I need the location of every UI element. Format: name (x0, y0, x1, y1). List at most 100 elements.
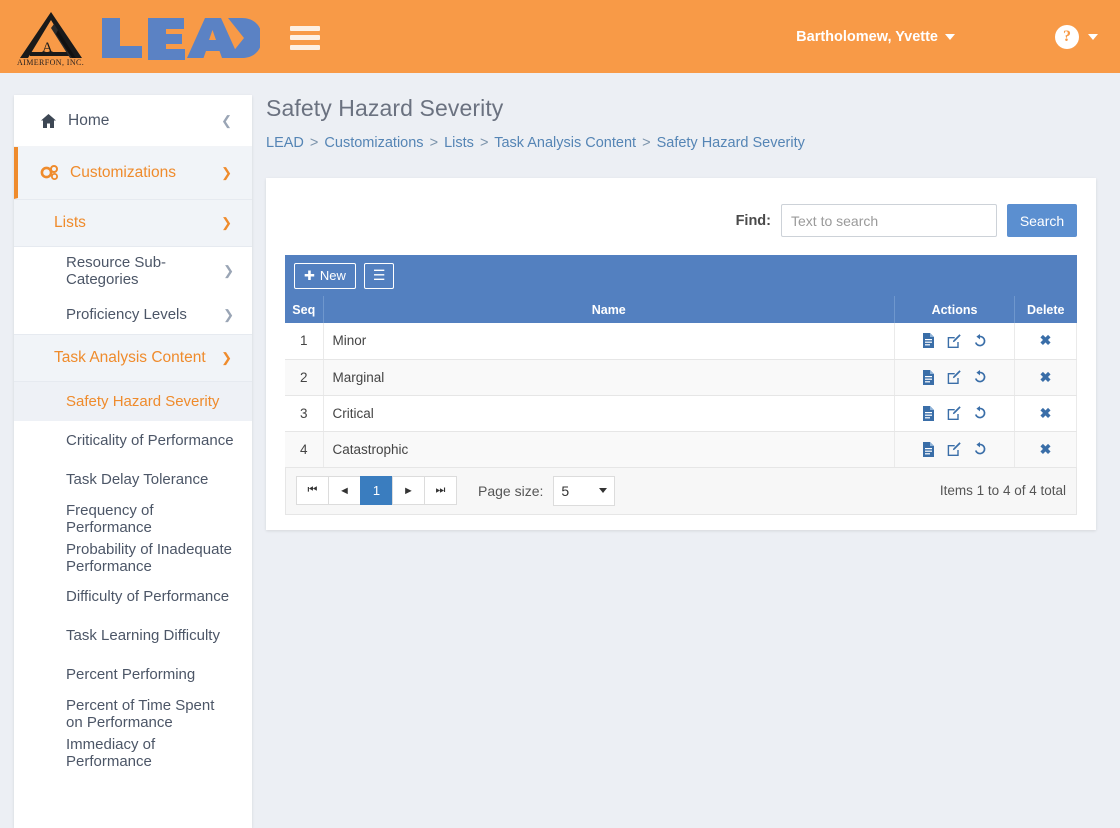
x-icon[interactable]: ✖ (1040, 369, 1052, 385)
sidebar-item-resource-sub-categories[interactable]: Resource Sub-Categories ❯ (14, 247, 252, 295)
cell-seq: 1 (285, 323, 323, 359)
brand-logo[interactable]: A AIMERFON, INC. (0, 8, 260, 66)
cell-name: Marginal (323, 359, 895, 395)
search-button[interactable]: Search (1007, 204, 1077, 237)
column-header-delete: Delete (1015, 296, 1077, 323)
breadcrumb-separator: > (430, 135, 438, 151)
breadcrumb-item-lead[interactable]: LEAD (266, 135, 304, 151)
history-undo-icon[interactable] (973, 334, 987, 348)
table-body: 1 Minor (285, 323, 1077, 467)
sidebar-item-safety-hazard-severity[interactable]: Safety Hazard Severity (14, 382, 252, 421)
last-page-button[interactable]: ⏭ (424, 476, 457, 505)
sidebar-item-lists-label: Lists (54, 214, 215, 232)
sidebar-item-task-learning-difficulty[interactable]: Task Learning Difficulty (14, 616, 252, 655)
history-undo-icon[interactable] (973, 370, 987, 384)
document-icon[interactable] (922, 406, 935, 421)
sidebar-item-percent-performing[interactable]: Percent Performing (14, 655, 252, 694)
sidebar-item-difficulty-of-performance[interactable]: Difficulty of Performance (14, 577, 252, 616)
header-right-controls: Bartholomew, Yvette ? (796, 25, 1120, 49)
edit-pencil-icon[interactable] (947, 406, 961, 420)
sidebar-item-customizations[interactable]: Customizations ❯ (14, 147, 252, 199)
x-icon[interactable]: ✖ (1040, 405, 1052, 421)
sidebar-item-home[interactable]: Home ❮ (14, 95, 252, 147)
page-size-value: 5 (561, 483, 569, 499)
search-bar: Find: Search (285, 195, 1077, 255)
cell-name: Critical (323, 395, 895, 431)
sidebar-item-task-analysis-content[interactable]: Task Analysis Content ❯ (14, 334, 252, 382)
top-header-bar: A AIMERFON, INC. Bartholomew, Yvette ? (0, 0, 1120, 73)
table-header: Seq Name Actions Delete (285, 296, 1077, 323)
grid-toolbar: ✚ New ☰ (285, 255, 1077, 296)
search-input[interactable] (781, 204, 997, 237)
breadcrumb-item-current: Safety Hazard Severity (657, 135, 805, 151)
cell-name: Catastrophic (323, 431, 895, 467)
main-content: Safety Hazard Severity LEAD > Customizat… (266, 95, 1106, 530)
sidebar-item-immediacy-of-performance[interactable]: Immediacy of Performance (14, 733, 252, 772)
breadcrumb-item-customizations[interactable]: Customizations (324, 135, 423, 151)
edit-pencil-icon[interactable] (947, 334, 961, 348)
breadcrumb: LEAD > Customizations > Lists > Task Ana… (266, 135, 1106, 151)
sidebar-item-criticality-of-performance[interactable]: Criticality of Performance (14, 421, 252, 460)
chevron-down-icon: ❯ (223, 263, 234, 279)
table-row: 4 Catastrophic (285, 431, 1077, 467)
x-icon[interactable]: ✖ (1040, 441, 1052, 457)
user-account-menu[interactable]: Bartholomew, Yvette (796, 29, 955, 45)
sidebar-item-proficiency-levels-label: Proficiency Levels (66, 306, 217, 323)
breadcrumb-item-task-analysis-content[interactable]: Task Analysis Content (494, 135, 636, 151)
aimerfon-triangle-logo-icon: A AIMERFON, INC. (14, 8, 88, 66)
cell-actions (895, 323, 1015, 359)
column-header-seq[interactable]: Seq (285, 296, 323, 323)
chevron-down-icon (1088, 34, 1098, 40)
svg-text:A: A (42, 40, 53, 56)
page-number-button[interactable]: 1 (360, 476, 393, 505)
next-page-button[interactable]: ► (392, 476, 425, 505)
sidebar-item-frequency-of-performance[interactable]: Frequency of Performance (14, 499, 252, 538)
chevron-left-icon[interactable]: ❮ (221, 113, 232, 129)
document-icon[interactable] (922, 442, 935, 457)
sidebar-item-probability-of-inadequate-performance[interactable]: Probability of Inadequate Performance (14, 538, 252, 577)
plus-icon: ✚ (304, 268, 315, 284)
sidebar-item-label: Task Learning Difficulty (66, 627, 234, 644)
sidebar-item-percent-of-time-spent-on-performance[interactable]: Percent of Time Spent on Performance (14, 694, 252, 733)
sidebar-item-lists[interactable]: Lists ❯ (14, 199, 252, 247)
table-row: 1 Minor (285, 323, 1077, 359)
column-header-actions: Actions (895, 296, 1015, 323)
sidebar-item-proficiency-levels[interactable]: Proficiency Levels ❯ (14, 295, 252, 334)
sidebar-item-label: Percent of Time Spent on Performance (66, 697, 234, 731)
breadcrumb-item-lists[interactable]: Lists (444, 135, 474, 151)
document-icon[interactable] (922, 333, 935, 348)
question-mark-icon: ? (1055, 25, 1079, 49)
page-size-label: Page size: (478, 483, 543, 499)
cell-delete: ✖ (1015, 323, 1077, 359)
sidebar-item-label: Percent Performing (66, 666, 234, 683)
chevron-down-icon (599, 488, 607, 493)
cell-actions (895, 431, 1015, 467)
new-button[interactable]: ✚ New (294, 263, 356, 289)
company-name-text: AIMERFON, INC. (17, 58, 84, 67)
data-table: Seq Name Actions Delete 1 Minor (285, 296, 1077, 468)
page-size-select[interactable]: 5 (553, 476, 615, 506)
table-row: 3 Critical (285, 395, 1077, 431)
hamburger-icon[interactable] (290, 26, 320, 50)
previous-page-button[interactable]: ◄ (328, 476, 361, 505)
document-icon[interactable] (922, 370, 935, 385)
page-title: Safety Hazard Severity (266, 95, 1106, 122)
new-button-label: New (320, 268, 346, 283)
sidebar-item-resource-sub-categories-label: Resource Sub-Categories (66, 254, 217, 288)
chevron-down-icon (945, 34, 955, 40)
sidebar-item-task-analysis-content-label: Task Analysis Content (54, 349, 215, 367)
edit-pencil-icon[interactable] (947, 370, 961, 384)
list-menu-icon: ☰ (373, 267, 386, 284)
history-undo-icon[interactable] (973, 406, 987, 420)
sidebar-item-label: Safety Hazard Severity (66, 393, 234, 410)
edit-pencil-icon[interactable] (947, 442, 961, 456)
grid-menu-button[interactable]: ☰ (364, 263, 395, 289)
first-page-button[interactable]: ⏮ (296, 476, 329, 505)
column-header-name[interactable]: Name (323, 296, 895, 323)
x-icon[interactable]: ✖ (1040, 332, 1052, 348)
content-card: Find: Search ✚ New ☰ Seq Name Actions De… (266, 178, 1096, 530)
sidebar-item-task-delay-tolerance[interactable]: Task Delay Tolerance (14, 460, 252, 499)
sidebar-navigation: Home ❮ Customizations ❯ Lists ❯ Resource… (14, 95, 252, 828)
history-undo-icon[interactable] (973, 442, 987, 456)
help-menu[interactable]: ? (1055, 25, 1098, 49)
